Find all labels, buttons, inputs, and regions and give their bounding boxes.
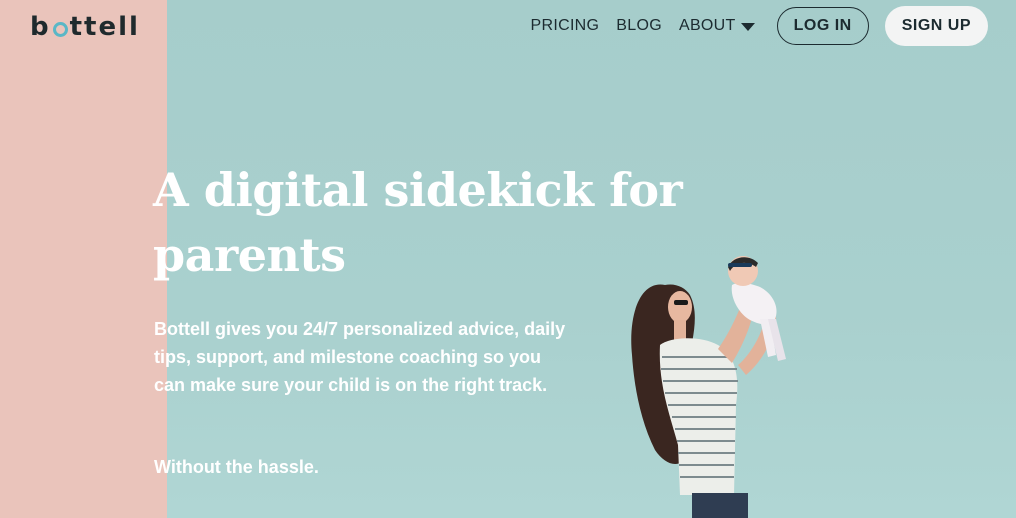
nav-link-about-label: ABOUT — [678, 17, 736, 34]
logo-text-end: ttell — [69, 12, 140, 42]
pink-side-panel — [0, 0, 167, 518]
bottell-logo[interactable]: b ttell — [30, 12, 140, 42]
mother-holding-baby-photo — [631, 256, 786, 518]
sign-up-button[interactable]: SIGN UP — [884, 6, 988, 46]
caret-down-icon — [740, 23, 755, 31]
nav-link-pricing[interactable]: PRICING — [531, 17, 600, 35]
top-navigation: PRICING BLOG ABOUT LOG IN SIGN UP — [531, 5, 988, 47]
nav-link-blog[interactable]: BLOG — [616, 17, 662, 35]
hero-description: Bottell gives you 24/7 personalized advi… — [154, 319, 566, 395]
logo-ring-icon — [52, 21, 68, 37]
nav-link-about[interactable]: ABOUT — [679, 17, 755, 35]
hero-tagline: Without the hassle. — [154, 457, 319, 477]
log-in-button[interactable]: LOG IN — [776, 7, 869, 45]
logo-text-start: b — [30, 12, 51, 42]
